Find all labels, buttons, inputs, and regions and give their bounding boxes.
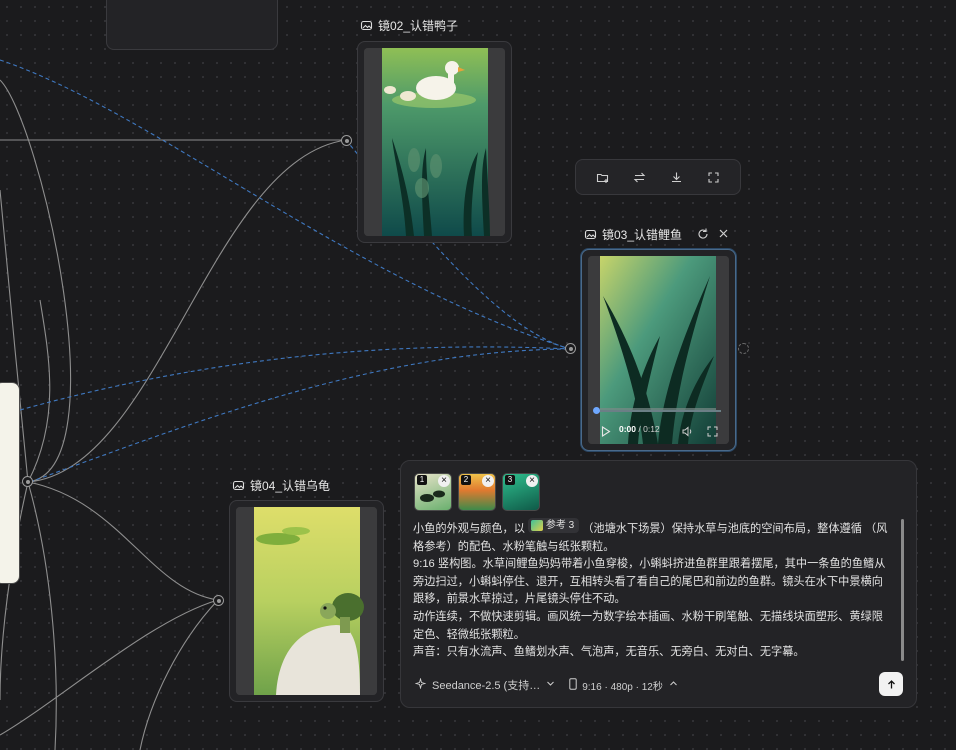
scrollbar[interactable]	[901, 519, 904, 661]
download-icon[interactable]	[666, 166, 688, 188]
node-title-carp[interactable]: 镜03_认错鲤鱼	[584, 226, 682, 243]
model-select[interactable]: Seedance-2.5 (支持…	[432, 677, 540, 693]
node-card-left[interactable]	[0, 382, 20, 584]
reference-number: 2	[461, 475, 471, 485]
node-video	[588, 256, 729, 444]
remove-reference-icon[interactable]: ×	[482, 475, 494, 487]
panel-footer: Seedance-2.5 (支持… 9:16 · 480p · 12秒	[414, 677, 678, 693]
prompt-line: 小鱼的外观与颜色，以	[413, 523, 525, 535]
edge-solid	[27, 139, 347, 483]
image-node-turtle[interactable]	[229, 500, 384, 702]
add-to-folder-icon[interactable]	[592, 166, 614, 188]
phone-icon	[569, 677, 577, 693]
sparkle-icon	[414, 677, 427, 692]
output-port[interactable]	[22, 476, 33, 487]
node-title-text: 镜04_认错乌龟	[250, 479, 331, 493]
node-card-offscreen[interactable]	[106, 0, 278, 50]
reference-image-2[interactable]: 2 ×	[458, 473, 496, 511]
close-icon[interactable]	[717, 227, 730, 240]
arrow-up-icon	[887, 679, 895, 688]
generation-settings[interactable]: 9:16 · 480p · 12秒	[582, 678, 663, 693]
swap-icon[interactable]	[629, 166, 651, 188]
input-port[interactable]	[213, 595, 224, 606]
reference-number: 1	[417, 475, 427, 485]
input-port[interactable]	[565, 343, 576, 354]
image-node-icon	[232, 480, 245, 491]
reference-image-1[interactable]: 1 ×	[414, 473, 452, 511]
image-node-duck[interactable]	[357, 41, 512, 243]
reference-chip[interactable]: 参考 3	[527, 518, 580, 533]
video-progress-bar[interactable]	[593, 407, 721, 414]
send-button[interactable]	[879, 672, 903, 696]
edge-solid	[139, 599, 219, 750]
refresh-icon[interactable]	[696, 227, 710, 241]
node-title-text: 镜03_认错鲤鱼	[602, 228, 683, 242]
prompt-panel: 1 × 2 × 3 × 小鱼的外观与颜色，以 参考 3 （池塘水下场景）保持水草与池…	[400, 460, 917, 708]
node-image	[236, 507, 377, 695]
video-current-time: 0:00	[619, 424, 637, 434]
prompt-paragraph: 声音：只有水流声、鱼鳍划水声、气泡声，无音乐、无旁白、无对白、无字幕。	[413, 646, 805, 659]
node-toolbar	[575, 159, 741, 195]
reference-image-3[interactable]: 3 ×	[502, 473, 540, 511]
reference-chip-label: 参考 3	[545, 520, 575, 531]
remove-reference-icon[interactable]: ×	[526, 475, 538, 487]
reference-number: 3	[505, 475, 515, 485]
chevron-down-icon[interactable]	[546, 679, 555, 691]
image-node-icon	[584, 229, 597, 240]
node-title-turtle[interactable]: 镜04_认错乌龟	[232, 477, 330, 494]
video-node-carp[interactable]: 0:00 / 0:12	[581, 249, 736, 451]
node-image	[364, 48, 505, 236]
edge-solid	[0, 599, 219, 736]
image-node-icon	[360, 20, 373, 31]
fullscreen-icon[interactable]	[703, 166, 725, 188]
node-title-text: 镜02_认错鸭子	[378, 19, 459, 33]
prompt-text[interactable]: 小鱼的外观与颜色，以 参考 3 （池塘水下场景）保持水草与池底的空间布局，整体遵循 …	[413, 518, 893, 666]
fullscreen-icon[interactable]	[707, 424, 718, 437]
node-title-duck[interactable]: 镜02_认错鸭子	[360, 17, 458, 34]
input-port[interactable]	[341, 135, 352, 146]
edge-dashed	[19, 346, 571, 411]
edge-solid	[27, 299, 51, 483]
prompt-paragraph: 9:16 竖构图。水草间鲤鱼妈妈带着小鱼穿梭，小蝌蚪挤进鱼群里跟着摆尾，其中一条…	[413, 558, 886, 606]
reference-thumb-icon	[530, 520, 543, 531]
output-port[interactable]	[738, 343, 749, 354]
prompt-paragraph: 动作连续，不做快速剪辑。画风统一为数字绘本插画、水粉干刷笔触、无描线块面塑形、黄…	[413, 610, 883, 641]
edge-solid	[27, 481, 57, 750]
edge-solid	[27, 481, 219, 601]
volume-icon[interactable]	[682, 424, 693, 437]
video-duration: / 0:12	[638, 424, 660, 434]
video-time: 0:00 / 0:12	[619, 424, 660, 434]
chevron-up-icon[interactable]	[669, 679, 678, 691]
video-playhead[interactable]	[593, 407, 600, 414]
remove-reference-icon[interactable]: ×	[438, 475, 450, 487]
play-icon[interactable]	[601, 424, 611, 438]
